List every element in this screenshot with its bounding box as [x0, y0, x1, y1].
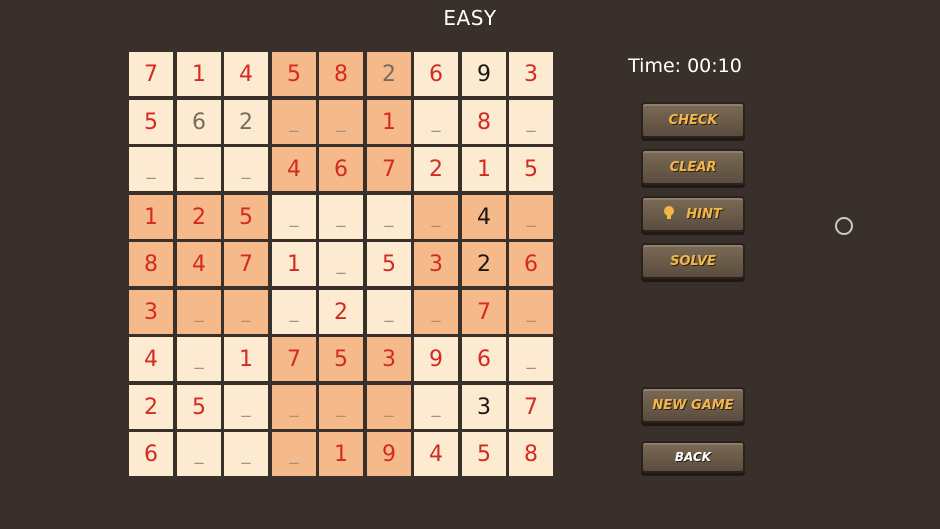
board-cell-r7-c3[interactable]: 1 — [224, 337, 268, 381]
board-cell-r3-c9[interactable]: 5 — [509, 147, 553, 191]
board-cell-r6-c6[interactable]: _ — [367, 290, 411, 334]
board-cell-r3-c1[interactable]: _ — [129, 147, 173, 191]
new-game-button[interactable]: NEW GAME — [641, 387, 745, 423]
board-cell-r9-c9[interactable]: 8 — [509, 432, 553, 476]
difficulty-title: EASY — [443, 6, 497, 30]
board-cell-r8-c3[interactable]: _ — [224, 385, 268, 429]
board-cell-r2-c9[interactable]: _ — [509, 100, 553, 144]
board-cell-r1-c6[interactable]: 2 — [367, 52, 411, 96]
check-button[interactable]: CHECK — [641, 102, 745, 138]
board-cell-r2-c7[interactable]: _ — [414, 100, 458, 144]
clear-button-label: CLEAR — [669, 159, 717, 175]
timer: Time: 00:10 — [628, 55, 742, 77]
board-cell-r8-c4[interactable]: _ — [272, 385, 316, 429]
hint-button-label: HINT — [686, 206, 722, 222]
board-cell-r7-c5[interactable]: 5 — [319, 337, 363, 381]
board-cell-r6-c2[interactable]: _ — [177, 290, 221, 334]
board-cell-r1-c3[interactable]: 4 — [224, 52, 268, 96]
board-cell-r5-c3[interactable]: 7 — [224, 242, 268, 286]
board-cell-r6-c7[interactable]: _ — [414, 290, 458, 334]
board-cell-r4-c5[interactable]: _ — [319, 195, 363, 239]
board-cell-r6-c1[interactable]: 3 — [129, 290, 173, 334]
board-cell-r7-c6[interactable]: 3 — [367, 337, 411, 381]
board-cell-r6-c3[interactable]: _ — [224, 290, 268, 334]
board-cell-r9-c3[interactable]: _ — [224, 432, 268, 476]
sudoku-board: 7 1 4 5 8 2 6 9 3 5 6 2 _ _ 1 _ 8 _ _ _ _ 4 6 7 2 1 5 1 2 5 _ _ _ _ 4 _ 8 4 7 1… — [129, 52, 555, 478]
board-cell-r6-c4[interactable]: _ — [272, 290, 316, 334]
board-cell-r4-c6[interactable]: _ — [367, 195, 411, 239]
board-cell-r4-c4[interactable]: _ — [272, 195, 316, 239]
board-cell-r3-c6[interactable]: 7 — [367, 147, 411, 191]
back-button[interactable]: BACK — [641, 441, 745, 473]
pointer-cursor-icon — [835, 217, 853, 235]
board-cell-r5-c6[interactable]: 5 — [367, 242, 411, 286]
board-cell-r5-c2[interactable]: 4 — [177, 242, 221, 286]
board-cell-r1-c1[interactable]: 7 — [129, 52, 173, 96]
board-cell-r7-c9[interactable]: _ — [509, 337, 553, 381]
board-cell-r6-c9[interactable]: _ — [509, 290, 553, 334]
board-cell-r7-c1[interactable]: 4 — [129, 337, 173, 381]
hint-button[interactable]: HINT — [641, 196, 745, 232]
board-cell-r8-c5[interactable]: _ — [319, 385, 363, 429]
board-cell-r2-c1[interactable]: 5 — [129, 100, 173, 144]
board-cell-r1-c7[interactable]: 6 — [414, 52, 458, 96]
back-button-label: BACK — [674, 450, 712, 464]
board-cell-r4-c1[interactable]: 1 — [129, 195, 173, 239]
board-cell-r8-c7[interactable]: _ — [414, 385, 458, 429]
board-cell-r8-c2[interactable]: 5 — [177, 385, 221, 429]
board-cell-r1-c2[interactable]: 1 — [177, 52, 221, 96]
board-cell-r3-c2[interactable]: _ — [177, 147, 221, 191]
board-cell-r4-c8[interactable]: 4 — [462, 195, 506, 239]
solve-button-label: SOLVE — [670, 253, 716, 269]
board-cell-r4-c2[interactable]: 2 — [177, 195, 221, 239]
new-game-button-label: NEW GAME — [652, 397, 734, 413]
board-cell-r3-c7[interactable]: 2 — [414, 147, 458, 191]
board-cell-r9-c5[interactable]: 1 — [319, 432, 363, 476]
board-cell-r1-c4[interactable]: 5 — [272, 52, 316, 96]
board-cell-r2-c5[interactable]: _ — [319, 100, 363, 144]
board-cell-r9-c4[interactable]: _ — [272, 432, 316, 476]
board-cell-r9-c1[interactable]: 6 — [129, 432, 173, 476]
board-cell-r7-c7[interactable]: 9 — [414, 337, 458, 381]
board-cell-r5-c9[interactable]: 6 — [509, 242, 553, 286]
board-cell-r5-c5[interactable]: _ — [319, 242, 363, 286]
board-cell-r4-c3[interactable]: 5 — [224, 195, 268, 239]
lightbulb-icon — [664, 206, 675, 219]
board-cell-r9-c8[interactable]: 5 — [462, 432, 506, 476]
board-cell-r2-c8[interactable]: 8 — [462, 100, 506, 144]
clear-button[interactable]: CLEAR — [641, 149, 745, 185]
board-cell-r9-c6[interactable]: 9 — [367, 432, 411, 476]
board-cell-r1-c8[interactable]: 9 — [462, 52, 506, 96]
board-cell-r5-c1[interactable]: 8 — [129, 242, 173, 286]
board-cell-r4-c7[interactable]: _ — [414, 195, 458, 239]
check-button-label: CHECK — [668, 112, 718, 128]
board-cell-r1-c9[interactable]: 3 — [509, 52, 553, 96]
board-cell-r8-c1[interactable]: 2 — [129, 385, 173, 429]
solve-button[interactable]: SOLVE — [641, 243, 745, 279]
board-cell-r2-c6[interactable]: 1 — [367, 100, 411, 144]
board-cell-r8-c6[interactable]: _ — [367, 385, 411, 429]
board-cell-r9-c2[interactable]: _ — [177, 432, 221, 476]
board-cell-r7-c4[interactable]: 7 — [272, 337, 316, 381]
board-cell-r6-c5[interactable]: 2 — [319, 290, 363, 334]
board-cell-r7-c8[interactable]: 6 — [462, 337, 506, 381]
board-cell-r8-c9[interactable]: 7 — [509, 385, 553, 429]
board-cell-r4-c9[interactable]: _ — [509, 195, 553, 239]
board-cell-r5-c8[interactable]: 2 — [462, 242, 506, 286]
board-cell-r9-c7[interactable]: 4 — [414, 432, 458, 476]
board-cell-r1-c5[interactable]: 8 — [319, 52, 363, 96]
board-cell-r2-c2[interactable]: 6 — [177, 100, 221, 144]
board-cell-r5-c4[interactable]: 1 — [272, 242, 316, 286]
board-cell-r3-c3[interactable]: _ — [224, 147, 268, 191]
board-cell-r7-c2[interactable]: _ — [177, 337, 221, 381]
board-cell-r5-c7[interactable]: 3 — [414, 242, 458, 286]
board-cell-r2-c4[interactable]: _ — [272, 100, 316, 144]
board-cell-r3-c4[interactable]: 4 — [272, 147, 316, 191]
board-cell-r6-c8[interactable]: 7 — [462, 290, 506, 334]
board-cell-r3-c8[interactable]: 1 — [462, 147, 506, 191]
board-cell-r3-c5[interactable]: 6 — [319, 147, 363, 191]
board-cell-r2-c3[interactable]: 2 — [224, 100, 268, 144]
board-cell-r8-c8[interactable]: 3 — [462, 385, 506, 429]
